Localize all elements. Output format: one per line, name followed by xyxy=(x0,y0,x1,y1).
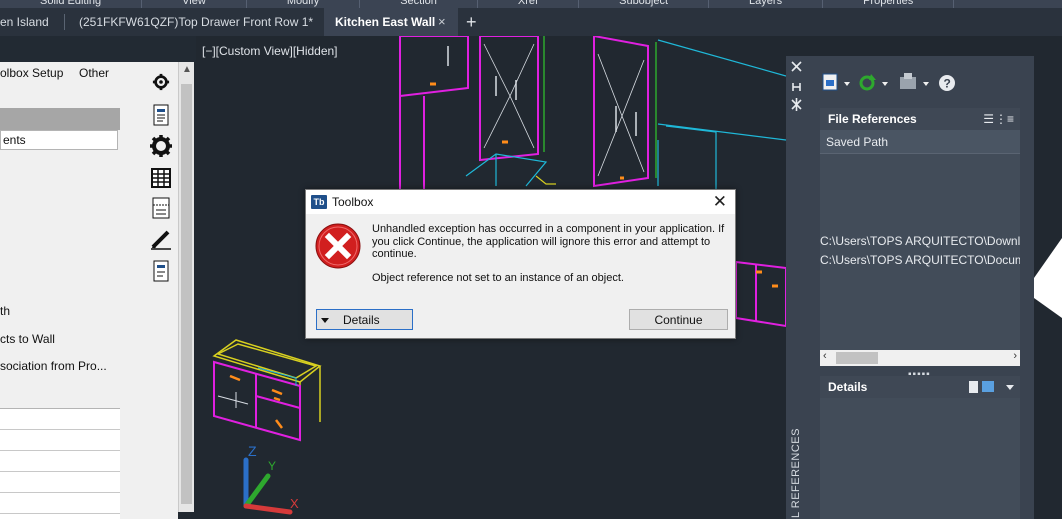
palette-title-vertical: L REFERENCES xyxy=(790,428,804,519)
axis-y-label: Y xyxy=(268,459,276,473)
column-saved-path[interactable]: Saved Path xyxy=(820,130,1020,154)
chevron-down-icon[interactable] xyxy=(1006,385,1014,390)
tab-other[interactable]: Other xyxy=(79,66,109,80)
list-view-icon[interactable]: ☰ xyxy=(983,108,994,130)
help-icon: ? xyxy=(939,75,955,91)
ribbon-item[interactable]: Layers xyxy=(709,0,824,8)
table-icon[interactable] xyxy=(150,167,172,189)
settings-small-icon[interactable] xyxy=(150,71,172,93)
chevron-down-icon xyxy=(321,317,329,323)
palette-scrollbar[interactable]: ▲ xyxy=(178,62,194,512)
grid-row[interactable] xyxy=(0,493,120,514)
tab-label: en Island xyxy=(0,15,49,29)
saved-path-row[interactable]: C:\Users\TOPS ARQUITECTO\Downloa xyxy=(820,234,1020,248)
palette-vertical-text: L REFERENCES xyxy=(790,428,802,518)
document-icon[interactable] xyxy=(150,104,172,126)
grid-row[interactable] xyxy=(0,430,120,451)
ribbon-item[interactable]: Section xyxy=(360,0,478,8)
tab-top-drawer-front[interactable]: (251FKFW61QZF)Top Drawer Front Row 1* xyxy=(79,8,317,36)
svg-text:?: ? xyxy=(944,77,951,91)
tab-label: (251FKFW61QZF)Top Drawer Front Row 1* xyxy=(79,15,314,29)
palette-control-icons xyxy=(786,58,808,119)
plus-icon[interactable]: + xyxy=(466,8,477,36)
axis-x-label: X xyxy=(290,496,299,511)
details-button-label: Details xyxy=(343,312,380,327)
autocad-window: Solid Editing View Modify Section Xref S… xyxy=(0,0,1062,519)
ribbon-item[interactable]: Properties xyxy=(823,0,955,8)
ribbon-item[interactable]: Modify xyxy=(247,0,361,8)
continue-button[interactable]: Continue xyxy=(629,309,728,330)
close-icon[interactable]: × xyxy=(438,8,446,36)
palette-item[interactable]: sociation from Pro... xyxy=(0,359,118,373)
xref-toolbar: ? xyxy=(820,66,1030,100)
grid-row[interactable] xyxy=(0,451,120,472)
toolbox-app-icon: Tb xyxy=(311,195,327,209)
tab-separator xyxy=(64,14,65,30)
palette-item[interactable]: cts to Wall xyxy=(0,332,118,346)
attach-dwg-icon xyxy=(822,73,850,91)
file-references-list[interactable]: Saved Path C:\Users\TOPS ARQUITECTO\Down… xyxy=(820,130,1020,366)
details-title: Details xyxy=(828,380,868,394)
tab-label: Kitchen East Wall xyxy=(335,15,436,29)
refresh-icon xyxy=(859,74,888,91)
details-header: Details xyxy=(820,376,1020,398)
saved-path-row[interactable]: C:\Users\TOPS ARQUITECTO\Docume xyxy=(820,253,1020,267)
hscroll-thumb[interactable] xyxy=(836,352,878,364)
palette-top-gap xyxy=(0,36,200,62)
scroll-thumb[interactable] xyxy=(181,84,192,504)
report-icon[interactable] xyxy=(150,260,172,282)
palette-header-band xyxy=(0,108,120,130)
palette-tabs: olbox Setup Other xyxy=(0,62,120,86)
toolbox-palette: olbox Setup Other ents th cts to Wall so… xyxy=(0,62,120,519)
ribbon-panel-labels: Solid Editing View Modify Section Xref S… xyxy=(0,0,1062,8)
file-references-hscroll[interactable]: ‹ › xyxy=(820,350,1020,366)
tab-toolbox-setup[interactable]: olbox Setup xyxy=(0,66,63,80)
file-references-title: File References xyxy=(828,112,917,126)
palette-item[interactable]: th xyxy=(0,304,118,318)
ribbon-item[interactable]: Xref xyxy=(478,0,580,8)
partial-white-shape xyxy=(1034,238,1062,318)
toolbox-error-dialog: Tb Toolbox ✕ Unhandled exception has occ… xyxy=(305,189,736,339)
page-list-icon[interactable] xyxy=(150,197,172,219)
error-detail: Object reference not set to an instance … xyxy=(372,272,624,284)
details-panel xyxy=(820,398,1020,519)
scroll-up-icon[interactable]: ▲ xyxy=(182,64,192,75)
ribbon-item[interactable]: Subobject xyxy=(579,0,710,8)
error-icon xyxy=(315,223,361,269)
scroll-left-icon[interactable]: ‹ xyxy=(823,350,827,362)
toolbox-icon-strip xyxy=(120,62,178,519)
ribbon-item[interactable]: View xyxy=(142,0,247,8)
grid-row[interactable] xyxy=(0,472,120,493)
palette-field[interactable]: ents xyxy=(0,130,118,150)
preview-icon[interactable] xyxy=(982,381,994,392)
file-tab-bar: en Island (251FKFW61QZF)Top Drawer Front… xyxy=(0,8,1062,36)
ribbon-item[interactable]: Solid Editing xyxy=(0,0,143,8)
change-path-icon xyxy=(900,73,929,89)
details-doc-icon[interactable] xyxy=(969,381,978,393)
scroll-right-icon[interactable]: › xyxy=(1013,350,1017,362)
viewport-controls-label[interactable]: [−][Custom View][Hidden] xyxy=(202,44,338,58)
palette-grid xyxy=(0,408,120,519)
grid-row[interactable] xyxy=(0,409,120,430)
highlighter-icon[interactable] xyxy=(150,228,172,250)
axis-z-label: Z xyxy=(248,443,257,459)
file-references-header: File References ☰ ⋮≡ xyxy=(820,108,1020,130)
details-button[interactable]: Details xyxy=(316,309,413,330)
tab-island[interactable]: en Island xyxy=(0,8,60,36)
error-message: Unhandled exception has occurred in a co… xyxy=(372,223,725,260)
dialog-title: Toolbox xyxy=(332,195,374,209)
dialog-titlebar[interactable]: Tb Toolbox ✕ xyxy=(306,190,735,214)
close-icon[interactable]: ✕ xyxy=(713,192,727,212)
tree-view-icon[interactable]: ⋮≡ xyxy=(995,108,1014,130)
gear-icon[interactable] xyxy=(150,135,172,157)
